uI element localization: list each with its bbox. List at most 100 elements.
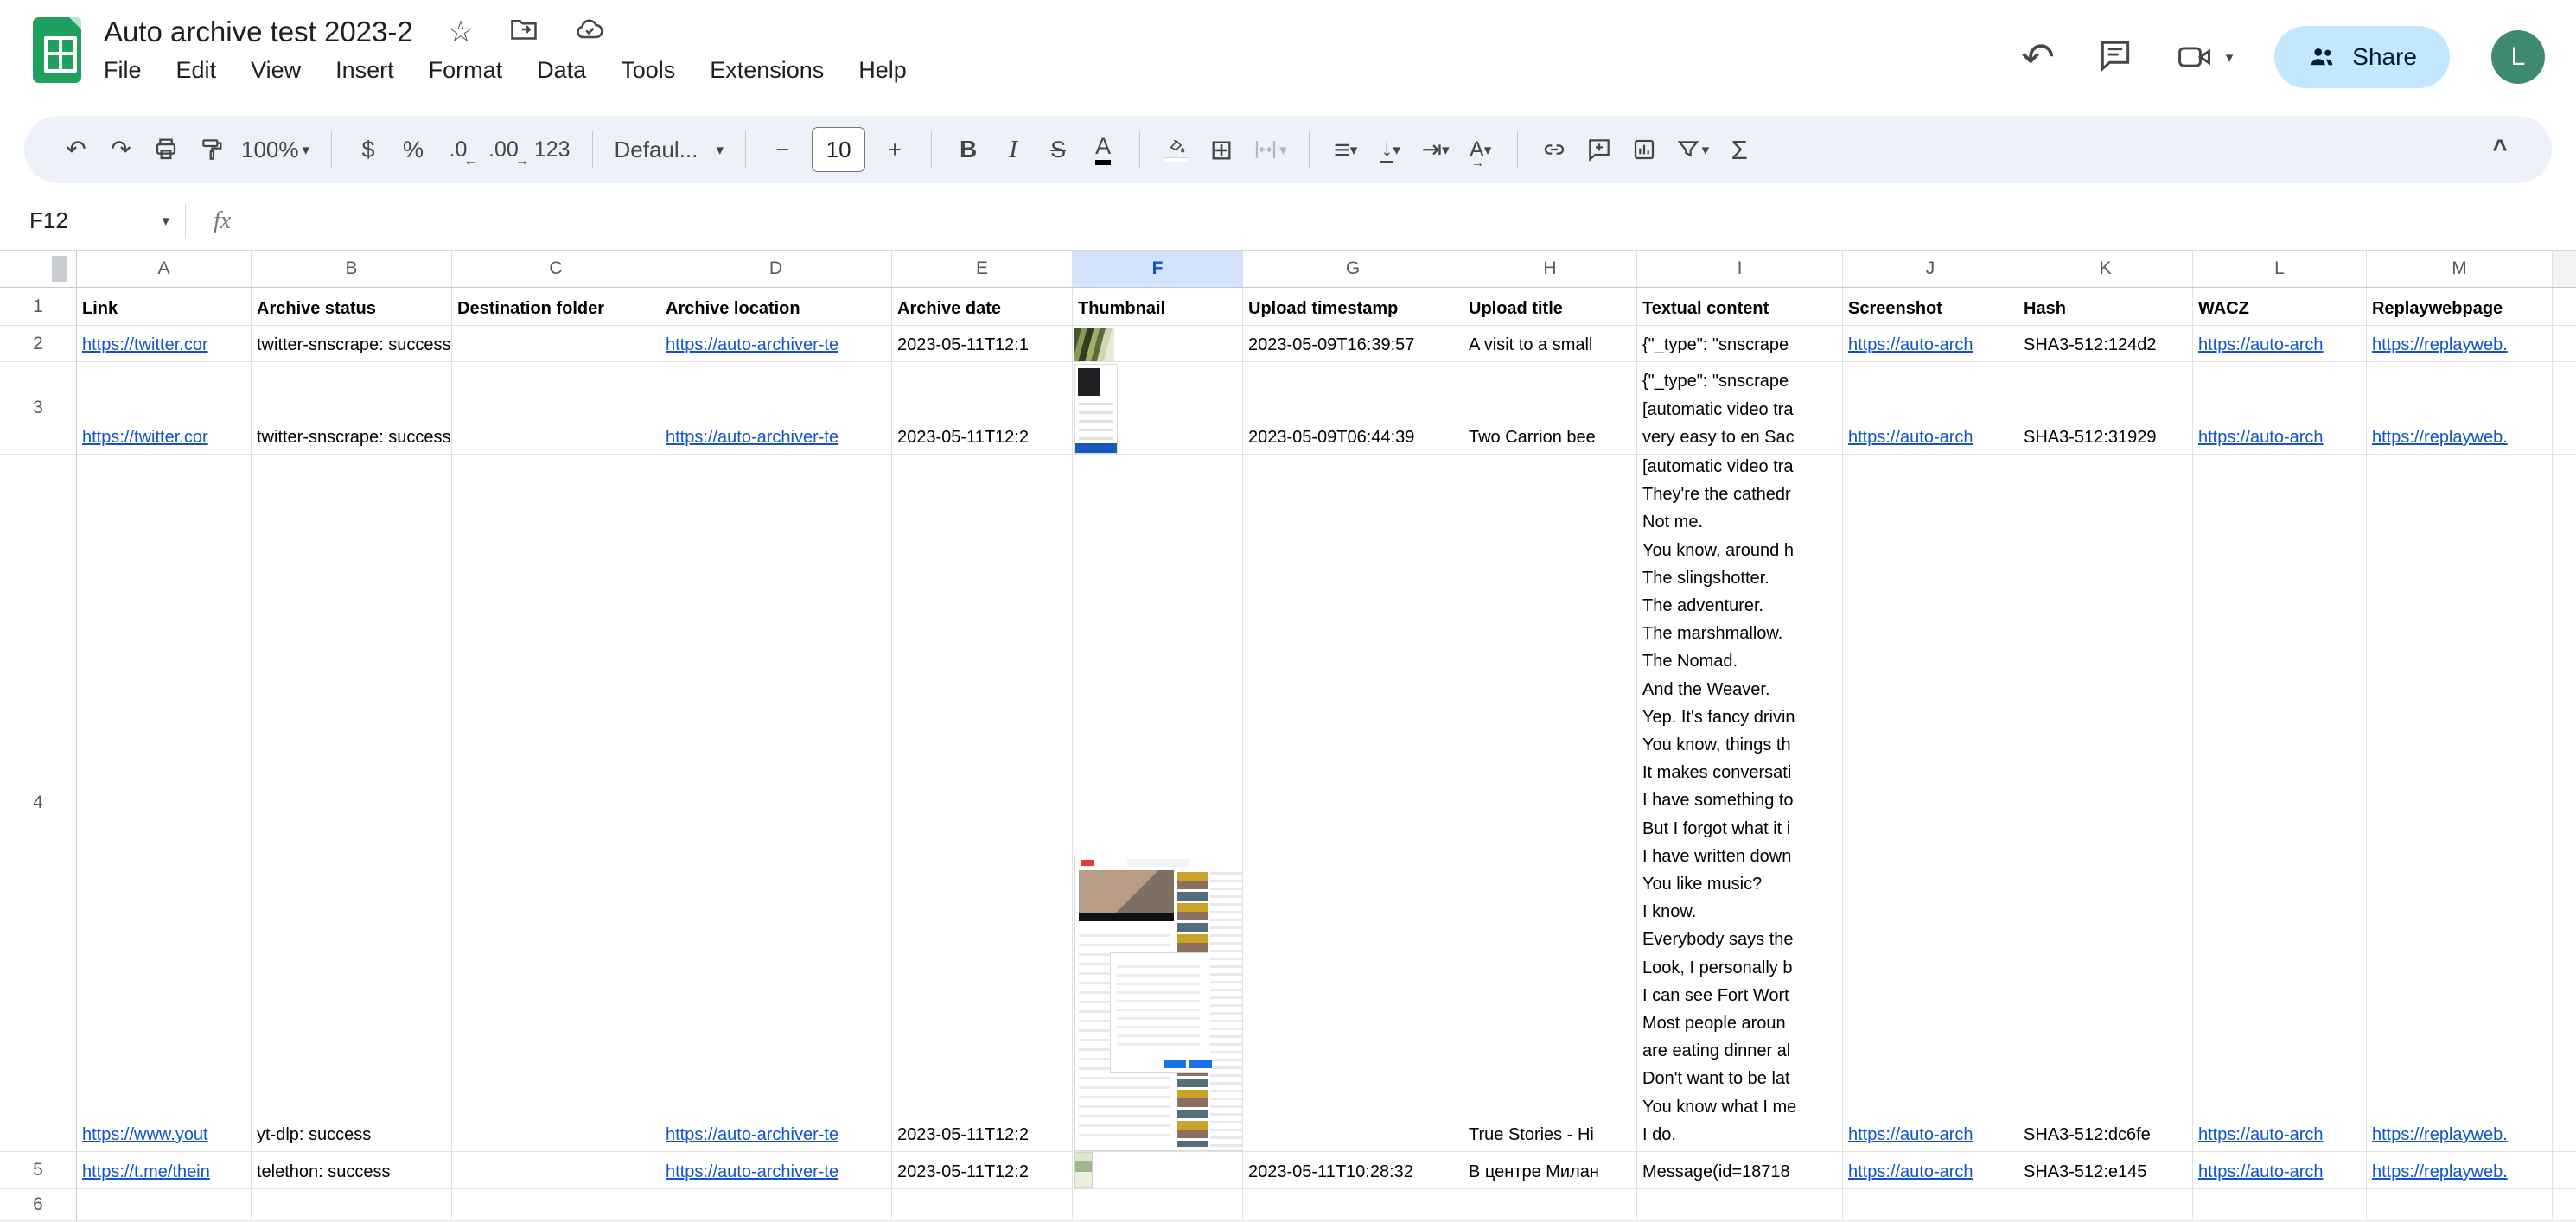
column-header-K[interactable]: K [2018,251,2193,287]
menu-edit[interactable]: Edit [176,57,217,84]
merge-cells-button[interactable]: ▾ [1244,125,1295,174]
cell-E5[interactable]: 2023-05-11T12:2 [892,1152,1073,1189]
cell-K2[interactable]: SHA3-512:124d2 [2018,326,2193,362]
menu-insert[interactable]: Insert [335,57,394,84]
cell-C5[interactable] [452,1152,660,1189]
text-wrap-button[interactable]: ⇥ ▾ [1413,125,1458,174]
menu-data[interactable]: Data [537,57,586,84]
column-header-H[interactable]: H [1463,251,1637,287]
cell-K6[interactable] [2018,1189,2193,1221]
cell-C4[interactable] [452,455,660,1152]
cell-B2[interactable]: twitter-snscrape: success [252,326,452,362]
cell-K1[interactable]: Hash [2018,288,2193,326]
column-header-B[interactable]: B [252,251,452,287]
row-header-5[interactable]: 5 [0,1152,77,1189]
increase-font-size-button[interactable]: + [872,125,917,174]
menu-view[interactable]: View [251,57,301,84]
cell-link[interactable]: https://auto-arch [1848,1123,1973,1146]
cell-G3[interactable]: 2023-05-09T06:44:39 [1243,362,1463,455]
text-color-button[interactable]: A [1081,125,1125,174]
horizontal-align-button[interactable]: ≡ ▾ [1323,125,1368,174]
cell-link[interactable]: https://auto-arch [1848,1161,1973,1183]
star-icon[interactable]: ☆ [448,17,474,47]
cell-J4[interactable]: https://auto-arch [1843,455,2018,1152]
create-filter-button[interactable]: ▾ [1667,125,1718,174]
row-header-3[interactable]: 3 [0,362,77,455]
cell-H4[interactable]: True Stories - Hi [1463,455,1637,1152]
cell-G4[interactable] [1243,455,1463,1152]
cell-G6[interactable] [1243,1189,1463,1221]
cell-G5[interactable]: 2023-05-11T10:28:32 [1243,1152,1463,1189]
fill-color-button[interactable] [1154,125,1199,174]
italic-button[interactable]: I [991,125,1036,174]
cell-D6[interactable] [660,1189,892,1221]
font-size-input[interactable]: 10 [812,127,866,172]
cloud-status-icon[interactable] [574,14,605,49]
cell-J6[interactable] [1843,1189,2018,1221]
cell-K4[interactable]: SHA3-512:dc6fe [2018,455,2193,1152]
cell-K5[interactable]: SHA3-512:e145 [2018,1152,2193,1189]
cell-G2[interactable]: 2023-05-09T16:39:57 [1243,326,1463,362]
cell-H2[interactable]: A visit to a small [1463,326,1637,362]
row-header-6[interactable]: 6 [0,1189,77,1221]
cell-K3[interactable]: SHA3-512:31929 [2018,362,2193,455]
cell-A5[interactable]: https://t.me/thein [77,1152,252,1189]
cell-L2[interactable]: https://auto-arch [2193,326,2367,362]
version-history-icon[interactable]: ↶ [2021,37,2055,77]
column-header-A[interactable]: A [77,251,252,287]
cell-C3[interactable] [452,362,660,455]
cell-I3[interactable]: {"_type": "snscrape [automatic video tra… [1637,362,1843,455]
share-button[interactable]: Share [2274,26,2450,88]
cell-L1[interactable]: WACZ [2193,288,2367,326]
bold-button[interactable]: B [946,125,991,174]
more-formats-button[interactable]: 123 [526,125,578,174]
paint-format-button[interactable] [188,125,233,174]
sheets-logo[interactable] [33,17,81,83]
cell-M6[interactable] [2367,1189,2553,1221]
cell-J1[interactable]: Screenshot [1843,288,2018,326]
cell-L5[interactable]: https://auto-arch [2193,1152,2367,1189]
cell-E2[interactable]: 2023-05-11T12:1 [892,326,1073,362]
cell-link[interactable]: https://www.yout [82,1123,208,1146]
cell-B1[interactable]: Archive status [252,288,452,326]
cell-F6[interactable] [1073,1189,1243,1221]
cell-C2[interactable] [452,326,660,362]
text-rotation-button[interactable]: A → ▾ [1458,125,1503,174]
column-header-M[interactable]: M [2367,251,2553,287]
cell-A2[interactable]: https://twitter.cor [77,326,252,362]
cell-G1[interactable]: Upload timestamp [1243,288,1463,326]
cell-A4[interactable]: https://www.yout [77,455,252,1152]
cell-M3[interactable]: https://replayweb. [2367,362,2553,455]
row-header-1[interactable]: 1 [0,288,77,326]
cell-link[interactable]: https://auto-archiver-te [666,1161,838,1183]
cell-A1[interactable]: Link [77,288,252,326]
column-header-F[interactable]: F [1073,251,1243,287]
format-percent-button[interactable]: % [391,125,436,174]
cell-J3[interactable]: https://auto-arch [1843,362,2018,455]
name-box[interactable]: F12 ▾ [29,207,182,234]
column-header-G[interactable]: G [1243,251,1463,287]
cell-E4[interactable]: 2023-05-11T12:2 [892,455,1073,1152]
cell-H6[interactable] [1463,1189,1637,1221]
cell-E1[interactable]: Archive date [892,288,1073,326]
cell-A6[interactable] [77,1189,252,1221]
redo-button[interactable]: ↷ [99,125,143,174]
cell-I6[interactable] [1637,1189,1843,1221]
cell-E3[interactable]: 2023-05-11T12:2 [892,362,1073,455]
collapse-toolbar-button[interactable]: ^ [2477,125,2522,174]
comments-icon[interactable] [2096,36,2134,79]
cell-link[interactable]: https://replayweb. [2372,1123,2508,1146]
cell-H3[interactable]: Two Carrion bee [1463,362,1637,455]
insert-chart-button[interactable] [1622,125,1667,174]
cell-F1[interactable]: Thumbnail [1073,288,1243,326]
cell-I5[interactable]: Message(id=18718 [1637,1152,1843,1189]
cell-J5[interactable]: https://auto-arch [1843,1152,2018,1189]
cell-link[interactable]: https://replayweb. [2372,334,2508,356]
cell-L6[interactable] [2193,1189,2367,1221]
cell-C6[interactable] [452,1189,660,1221]
cell-D3[interactable]: https://auto-archiver-te [660,362,892,455]
cell-I1[interactable]: Textual content [1637,288,1843,326]
move-folder-icon[interactable] [508,14,539,49]
cell-link[interactable]: https://twitter.cor [82,334,208,356]
cell-M4[interactable]: https://replayweb. [2367,455,2553,1152]
